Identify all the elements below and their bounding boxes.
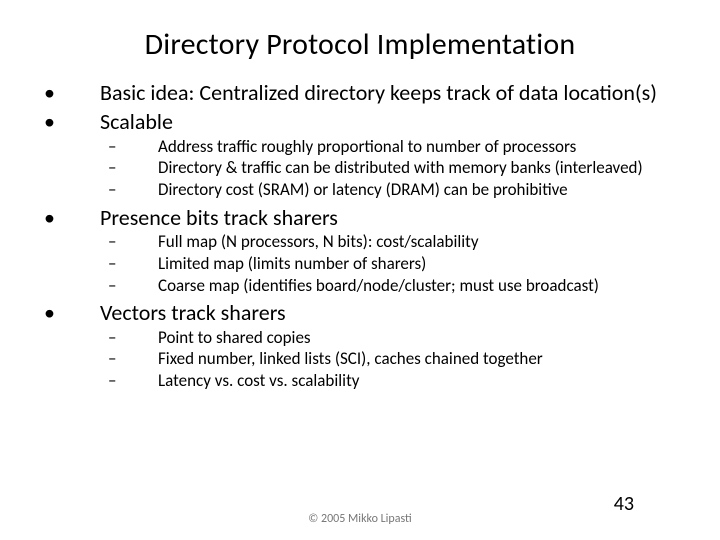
bullet-dash-icon: – [106,158,158,179]
bullet-group-3: • Vectors track sharers – Point to share… [38,300,682,392]
subbullet-text: Directory cost (SRAM) or latency (DRAM) … [158,180,682,201]
bullet-dot-icon: • [38,80,100,105]
bullet-dash-icon: – [106,232,158,253]
bullet-dash-icon: – [106,328,158,349]
subbullet-text: Latency vs. cost vs. scalability [158,371,682,392]
bullet-text: Scalable [100,109,682,134]
subbullet-item: – Fixed number, linked lists (SCI), cach… [38,349,682,370]
bullet-dot-icon: • [38,109,100,134]
bullet-text: Presence bits track sharers [100,205,682,230]
subbullet-item: – Limited map (limits number of sharers) [38,254,682,275]
bullet-dash-icon: – [106,349,158,370]
subbullet-text: Point to shared copies [158,328,682,349]
slide-title: Directory Protocol Implementation [0,26,720,63]
subbullet-item: – Latency vs. cost vs. scalability [38,371,682,392]
subbullet-item: – Coarse map (identifies board/node/clus… [38,276,682,297]
copyright-text: © 2005 Mikko Lipasti [0,512,720,526]
slide-body: • Basic idea: Centralized directory keep… [38,80,682,396]
bullet-item: • Basic idea: Centralized directory keep… [38,80,682,105]
subbullet-text: Fixed number, linked lists (SCI), caches… [158,349,682,370]
bullet-text: Vectors track sharers [100,300,682,325]
subbullet-text: Address traffic roughly proportional to … [158,137,682,158]
bullet-item: • Scalable [38,109,682,134]
slide: Directory Protocol Implementation • Basi… [0,0,720,540]
bullet-dash-icon: – [106,180,158,201]
bullet-dot-icon: • [38,300,100,325]
bullet-dot-icon: • [38,205,100,230]
bullet-item: • Presence bits track sharers [38,205,682,230]
subbullet-item: – Address traffic roughly proportional t… [38,137,682,158]
subbullet-item: – Directory cost (SRAM) or latency (DRAM… [38,180,682,201]
subbullet-text: Coarse map (identifies board/node/cluste… [158,276,682,297]
bullet-dash-icon: – [106,254,158,275]
bullet-item: • Vectors track sharers [38,300,682,325]
subbullet-text: Directory & traffic can be distributed w… [158,158,682,179]
bullet-group-1: • Scalable – Address traffic roughly pro… [38,109,682,201]
bullet-group-0: • Basic idea: Centralized directory keep… [38,80,682,105]
page-number: 43 [614,492,634,516]
subbullet-item: – Directory & traffic can be distributed… [38,158,682,179]
bullet-text: Basic idea: Centralized directory keeps … [100,80,682,105]
bullet-group-2: • Presence bits track sharers – Full map… [38,205,682,297]
bullet-dash-icon: – [106,371,158,392]
subbullet-item: – Point to shared copies [38,328,682,349]
subbullet-text: Full map (N processors, N bits): cost/sc… [158,232,682,253]
subbullet-text: Limited map (limits number of sharers) [158,254,682,275]
bullet-dash-icon: – [106,137,158,158]
subbullet-item: – Full map (N processors, N bits): cost/… [38,232,682,253]
bullet-dash-icon: – [106,276,158,297]
